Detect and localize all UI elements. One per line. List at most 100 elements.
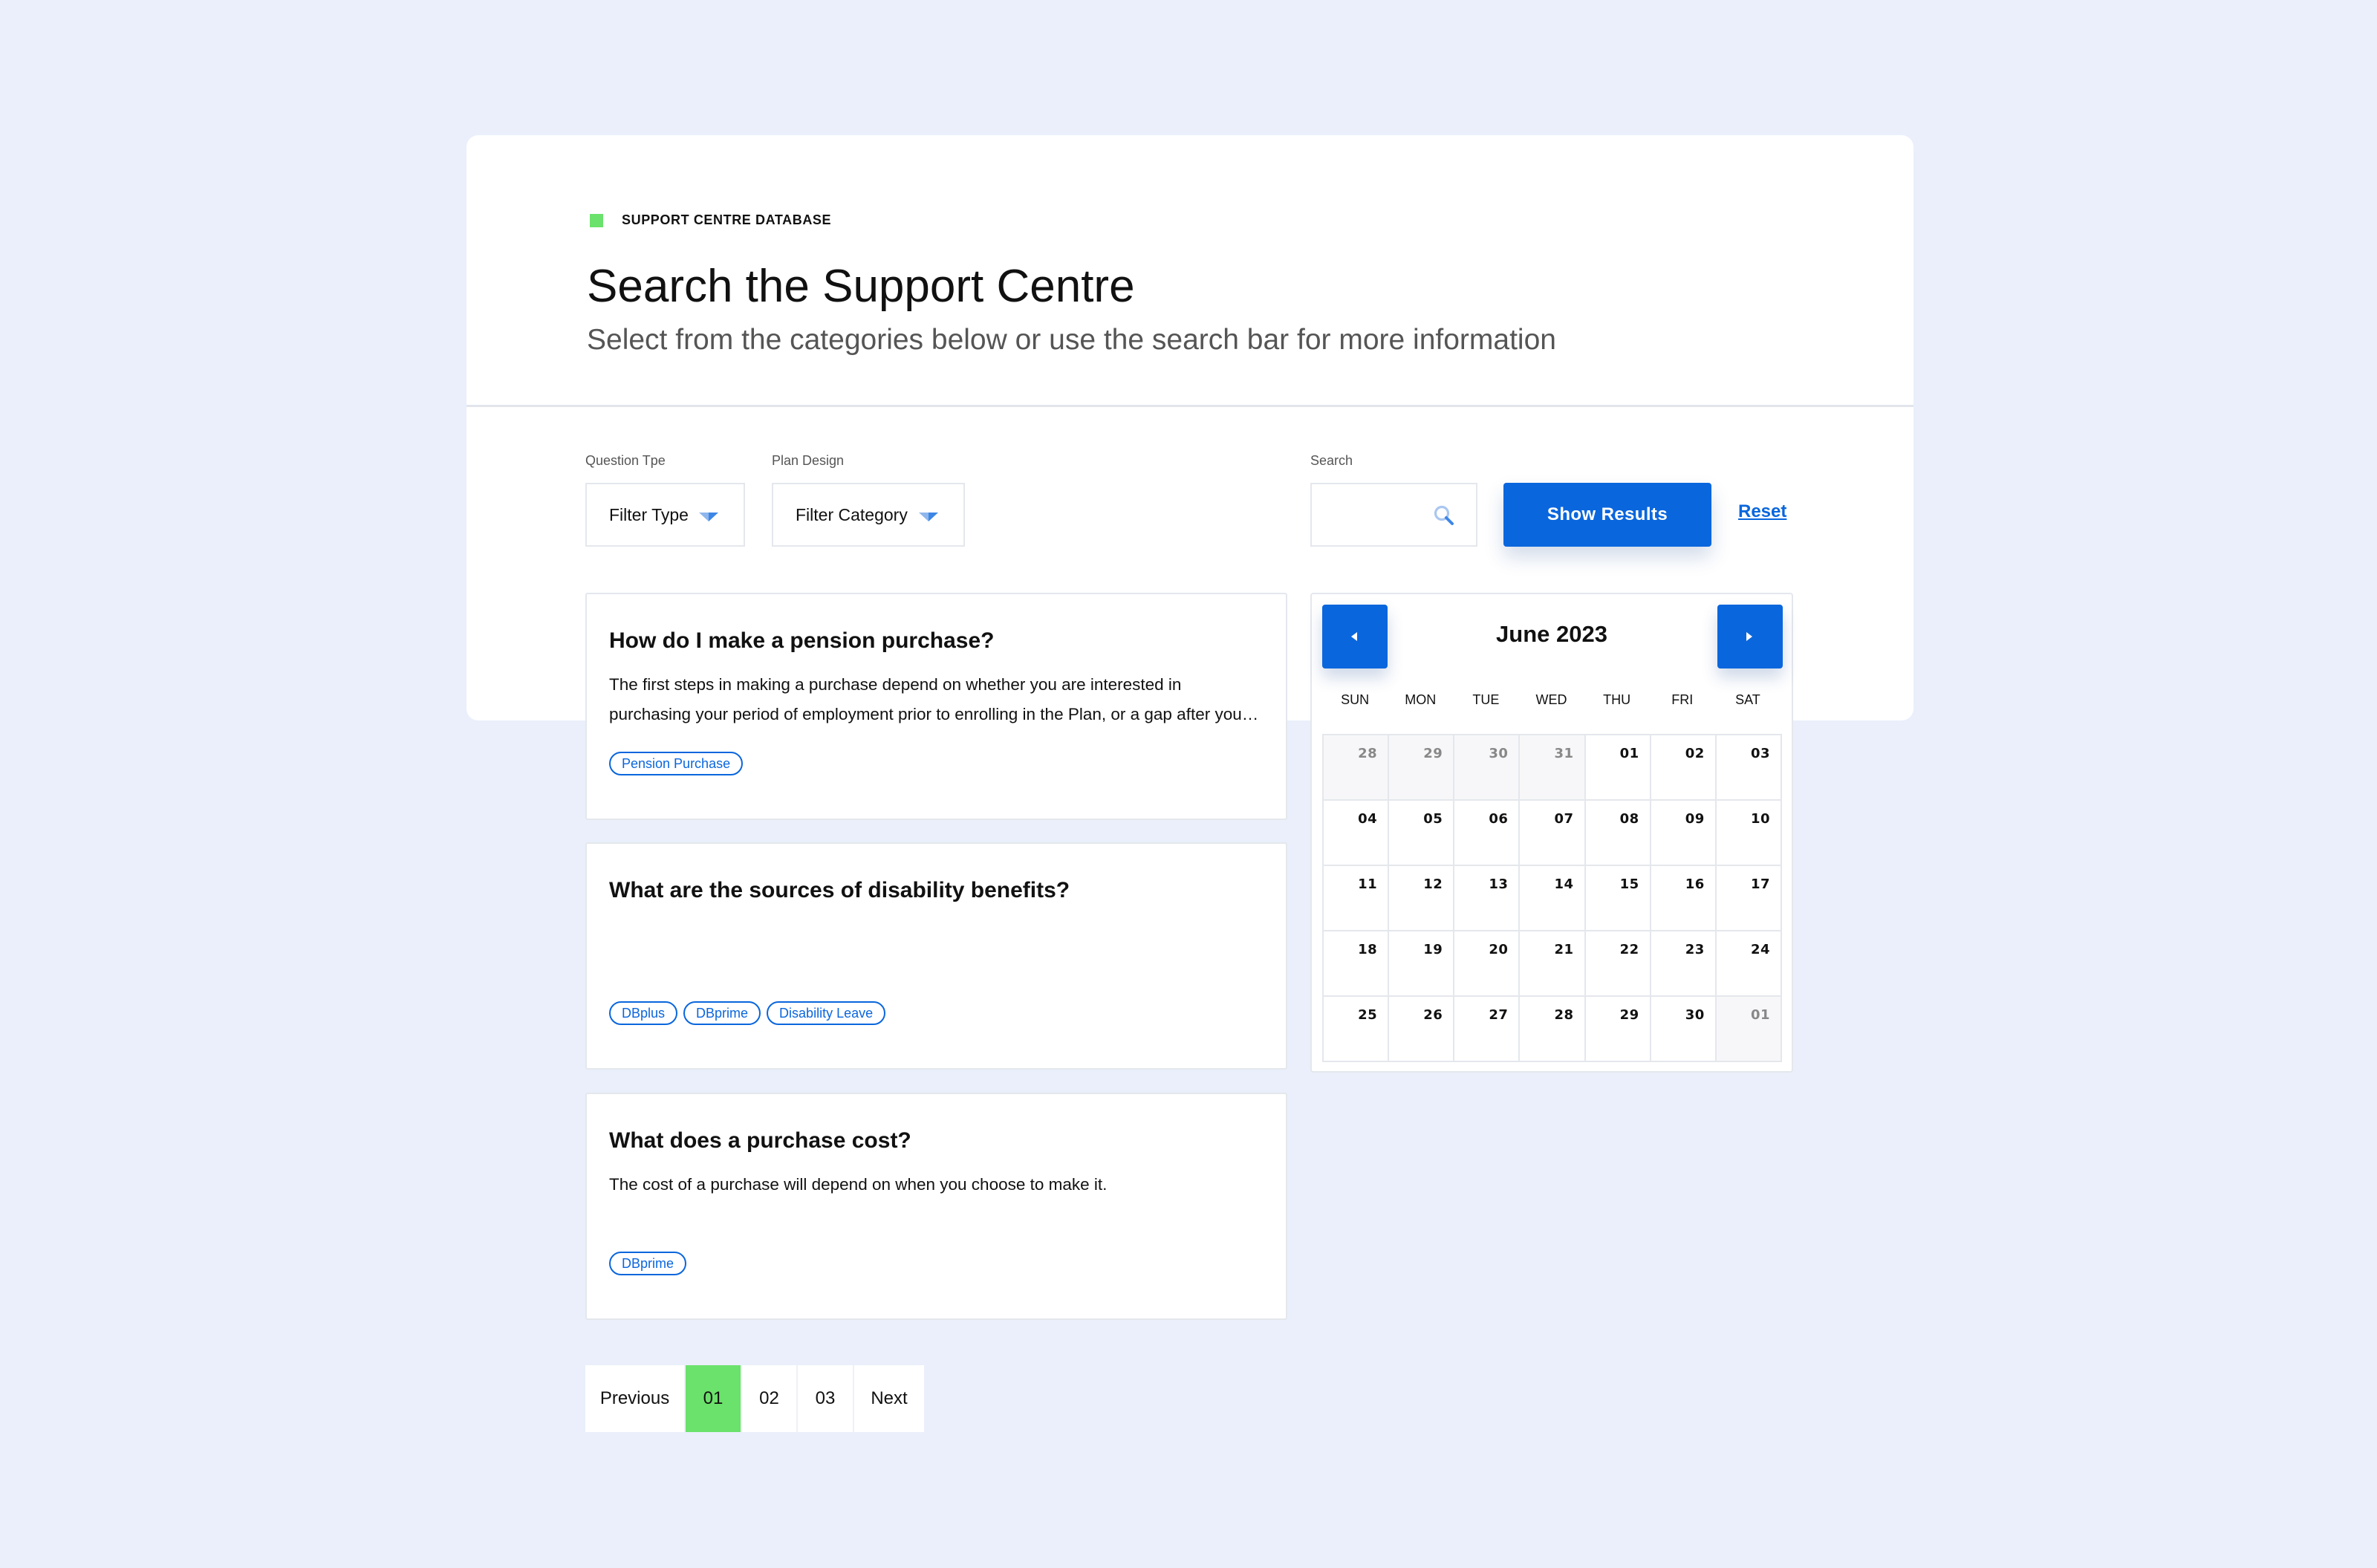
calendar-day-number: 08 <box>1619 811 1639 827</box>
plan-design-select[interactable]: Filter Category <box>772 483 965 547</box>
calendar-day-number: 16 <box>1685 876 1705 892</box>
calendar-day-number: 17 <box>1750 876 1770 892</box>
calendar-day-number: 10 <box>1750 811 1770 827</box>
tag-badge[interactable]: DBprime <box>683 1001 761 1025</box>
calendar-day[interactable]: 27 <box>1454 997 1521 1062</box>
calendar-day-number: 23 <box>1685 942 1705 957</box>
calendar-day[interactable]: 08 <box>1585 801 1651 866</box>
calendar-day[interactable]: 29 <box>1585 997 1651 1062</box>
calendar-day-number: 19 <box>1423 942 1443 957</box>
calendar-day[interactable]: 15 <box>1585 866 1651 931</box>
calendar-day[interactable]: 10 <box>1716 801 1782 866</box>
calendar-day-number: 09 <box>1685 811 1705 827</box>
calendar-day[interactable]: 09 <box>1651 801 1717 866</box>
question-type-select[interactable]: Filter Type <box>585 483 745 547</box>
calendar-day[interactable]: 29 <box>1389 735 1455 801</box>
calendar-day[interactable]: 12 <box>1389 866 1455 931</box>
tag-badge[interactable]: Pension Purchase <box>609 752 744 775</box>
calendar-day-number: 28 <box>1358 746 1378 761</box>
result-question[interactable]: How do I make a pension purchase? <box>609 628 994 654</box>
calendar-day[interactable]: 30 <box>1454 735 1521 801</box>
result-question[interactable]: What does a purchase cost? <box>609 1128 911 1154</box>
page-button-01[interactable]: 01 <box>686 1365 742 1432</box>
next-month-button[interactable] <box>1717 605 1783 668</box>
calendar-day[interactable]: 28 <box>1324 735 1390 801</box>
calendar-day[interactable]: 17 <box>1716 866 1782 931</box>
calendar-day[interactable]: 05 <box>1389 801 1455 866</box>
calendar-day-number: 01 <box>1750 1007 1770 1023</box>
calendar-day[interactable]: 02 <box>1651 735 1717 801</box>
tag-list: DBprime <box>609 1252 687 1275</box>
calendar-day-number: 02 <box>1685 746 1705 761</box>
calendar-day-number: 11 <box>1358 876 1378 892</box>
previous-page-button[interactable]: Previous <box>585 1365 686 1432</box>
calendar-day[interactable]: 25 <box>1324 997 1390 1062</box>
calendar-day-number: 18 <box>1358 942 1378 957</box>
calendar-day-number: 14 <box>1554 876 1574 892</box>
calendar-day-number: 26 <box>1423 1007 1443 1023</box>
calendar-day[interactable]: 03 <box>1716 735 1782 801</box>
search-icon[interactable] <box>1432 504 1457 529</box>
calendar-day[interactable]: 21 <box>1520 931 1586 997</box>
calendar-day[interactable]: 20 <box>1454 931 1521 997</box>
page-button-02[interactable]: 02 <box>742 1365 798 1432</box>
reset-link[interactable]: Reset <box>1738 501 1786 522</box>
question-type-value: Filter Type <box>609 504 689 524</box>
page-header: SUPPORT CENTRE DATABASE Search the Suppo… <box>587 135 1913 406</box>
calendar-day-number: 30 <box>1489 746 1509 761</box>
chevron-down-icon <box>919 513 938 521</box>
calendar-day-number: 13 <box>1489 876 1509 892</box>
next-page-button[interactable]: Next <box>854 1365 924 1432</box>
calendar-day[interactable]: 07 <box>1520 801 1586 866</box>
calendar-day-number: 12 <box>1423 876 1443 892</box>
calendar-day[interactable]: 22 <box>1585 931 1651 997</box>
calendar-day-number: 15 <box>1619 876 1639 892</box>
result-answer: The first steps in making a purchase dep… <box>609 675 1248 723</box>
calendar-day[interactable]: 18 <box>1324 931 1390 997</box>
question-type-label: Question Tpe <box>585 453 666 468</box>
calendar-day[interactable]: 31 <box>1520 735 1586 801</box>
show-results-button[interactable]: Show Results <box>1503 483 1711 547</box>
calendar-day[interactable]: 13 <box>1454 866 1521 931</box>
calendar-day[interactable]: 14 <box>1520 866 1586 931</box>
calendar-day[interactable]: 30 <box>1651 997 1717 1062</box>
calendar: June 2023 SUN MON TUE WED THU FRI SAT 28… <box>1310 593 1793 1073</box>
tag-badge[interactable]: DBprime <box>609 1252 687 1275</box>
result-question[interactable]: What are the sources of disability benef… <box>609 878 1070 903</box>
calendar-day[interactable]: 24 <box>1716 931 1782 997</box>
weekday-label: SUN <box>1341 692 1370 707</box>
calendar-grid: 28 29 30 31 01 02 03 04 05 06 07 08 09 10 11 12 13 14 15 16… <box>1322 734 1782 1062</box>
calendar-day-number: 29 <box>1619 1007 1639 1023</box>
calendar-day[interactable]: 26 <box>1389 997 1455 1062</box>
page-title: Search the Support Centre <box>587 261 1135 312</box>
calendar-day-number: 07 <box>1554 811 1574 827</box>
calendar-day-number: 22 <box>1619 942 1639 957</box>
calendar-day[interactable]: 04 <box>1324 801 1390 866</box>
calendar-day-number: 21 <box>1554 942 1574 957</box>
tag-badge[interactable]: DBplus <box>609 1001 678 1025</box>
calendar-day[interactable]: 11 <box>1324 866 1390 931</box>
plan-design-label: Plan Design <box>772 453 845 468</box>
result-card[interactable]: How do I make a pension purchase? The fi… <box>585 593 1287 820</box>
header-divider <box>466 405 1913 407</box>
calendar-day-number: 25 <box>1358 1007 1378 1023</box>
calendar-day[interactable]: 01 <box>1585 735 1651 801</box>
calendar-day[interactable]: 01 <box>1716 997 1782 1062</box>
search-input[interactable] <box>1310 483 1477 547</box>
calendar-day-number: 27 <box>1489 1007 1509 1023</box>
weekday-label: WED <box>1535 692 1567 707</box>
calendar-day[interactable]: 16 <box>1651 866 1717 931</box>
page-button-03[interactable]: 03 <box>798 1365 854 1432</box>
calendar-day-number: 03 <box>1750 746 1770 761</box>
calendar-day[interactable]: 19 <box>1389 931 1455 997</box>
result-card[interactable]: What does a purchase cost? The cost of a… <box>585 1093 1287 1320</box>
calendar-day[interactable]: 23 <box>1651 931 1717 997</box>
calendar-day-number: 01 <box>1619 746 1639 761</box>
tag-badge[interactable]: Disability Leave <box>767 1001 886 1025</box>
calendar-day[interactable]: 28 <box>1520 997 1586 1062</box>
calendar-day-number: 20 <box>1489 942 1509 957</box>
calendar-day[interactable]: 06 <box>1454 801 1521 866</box>
calendar-day-number: 05 <box>1423 811 1443 827</box>
calendar-day-number: 28 <box>1554 1007 1574 1023</box>
result-card[interactable]: What are the sources of disability benef… <box>585 842 1287 1070</box>
